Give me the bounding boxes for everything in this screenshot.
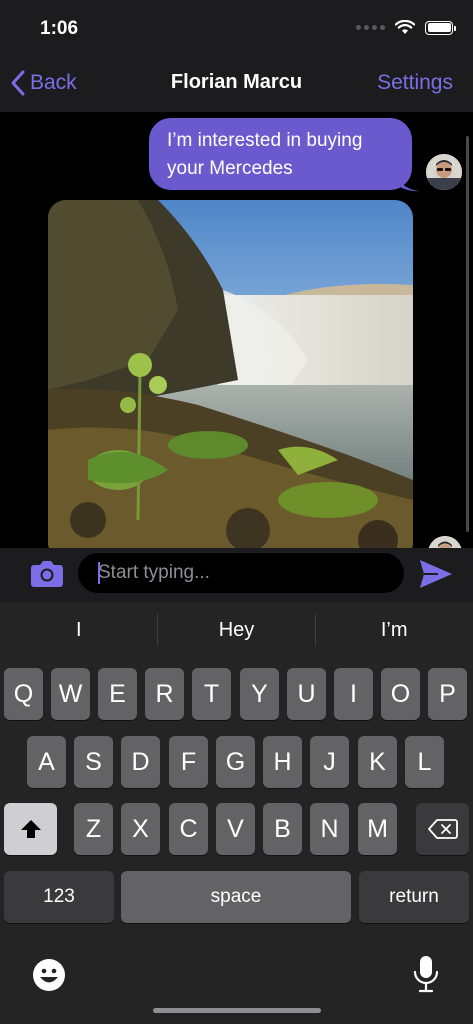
- shift-icon: [20, 820, 41, 838]
- status-bar: 1:06: [0, 0, 473, 58]
- key-e[interactable]: E: [98, 668, 137, 720]
- key-v[interactable]: V: [216, 803, 255, 855]
- key-w[interactable]: W: [51, 668, 90, 720]
- key-m[interactable]: M: [358, 803, 397, 855]
- settings-button[interactable]: Settings: [377, 71, 453, 95]
- waterfall-photo: [48, 200, 413, 548]
- back-label: Back: [30, 71, 77, 94]
- keyboard: I Hey I’m Q W E R T Y U I O P A S D F G …: [0, 602, 473, 1024]
- scroll-indicator[interactable]: [466, 136, 469, 532]
- suggestion-bar: I Hey I’m: [0, 602, 473, 658]
- avatar[interactable]: [426, 154, 462, 190]
- signal-icon: [356, 25, 385, 30]
- key-a[interactable]: A: [27, 736, 66, 788]
- home-indicator[interactable]: [153, 1008, 321, 1013]
- avatar-image: [428, 536, 462, 548]
- navigation-bar: Back Florian Marcu Settings: [0, 58, 473, 112]
- message-photo[interactable]: [48, 200, 413, 548]
- key-f[interactable]: F: [169, 736, 208, 788]
- microphone-icon[interactable]: [412, 954, 440, 994]
- key-g[interactable]: G: [216, 736, 255, 788]
- suggestion-item[interactable]: I: [0, 602, 158, 658]
- status-icons: [356, 20, 456, 35]
- key-x[interactable]: X: [121, 803, 160, 855]
- key-s[interactable]: S: [74, 736, 113, 788]
- message-input-field[interactable]: [78, 553, 404, 593]
- key-l[interactable]: L: [405, 736, 444, 788]
- key-t[interactable]: T: [192, 668, 231, 720]
- return-key[interactable]: return: [359, 871, 469, 923]
- key-c[interactable]: C: [169, 803, 208, 855]
- space-key[interactable]: space: [121, 871, 351, 923]
- key-q[interactable]: Q: [4, 668, 43, 720]
- suggestion-item[interactable]: I’m: [315, 602, 473, 658]
- wifi-icon: [395, 20, 415, 34]
- delete-key[interactable]: [416, 803, 469, 855]
- key-u[interactable]: U: [287, 668, 326, 720]
- composer-bar: [0, 548, 473, 602]
- suggestion-divider: [315, 614, 316, 646]
- key-d[interactable]: D: [121, 736, 160, 788]
- bubble-tail: [396, 172, 420, 192]
- numbers-key[interactable]: 123: [4, 871, 114, 923]
- camera-icon[interactable]: [30, 558, 64, 588]
- key-i[interactable]: I: [334, 668, 373, 720]
- suggestion-divider: [157, 614, 158, 646]
- battery-icon: [425, 20, 456, 35]
- key-r[interactable]: R: [145, 668, 184, 720]
- suggestion-item[interactable]: Hey: [158, 602, 316, 658]
- key-p[interactable]: P: [428, 668, 467, 720]
- key-j[interactable]: J: [310, 736, 349, 788]
- key-h[interactable]: H: [263, 736, 302, 788]
- back-chevron-icon: [11, 70, 25, 96]
- key-o[interactable]: O: [381, 668, 420, 720]
- avatar-image: [426, 154, 462, 190]
- back-button[interactable]: Back: [10, 70, 77, 96]
- key-z[interactable]: Z: [74, 803, 113, 855]
- delete-icon: [427, 819, 458, 839]
- key-b[interactable]: B: [263, 803, 302, 855]
- send-icon[interactable]: [418, 558, 454, 590]
- avatar[interactable]: [428, 536, 462, 548]
- message-bubble[interactable]: I’m interested in buying your Mercedes: [149, 118, 412, 190]
- key-k[interactable]: K: [358, 736, 397, 788]
- message-input[interactable]: [78, 553, 404, 593]
- emoji-icon[interactable]: [32, 958, 66, 992]
- key-n[interactable]: N: [310, 803, 349, 855]
- shift-key[interactable]: [4, 803, 57, 855]
- message-list[interactable]: I’m interested in buying your Mercedes: [0, 112, 473, 548]
- status-time: 1:06: [40, 18, 79, 39]
- text-caret: [98, 562, 100, 584]
- key-y[interactable]: Y: [240, 668, 279, 720]
